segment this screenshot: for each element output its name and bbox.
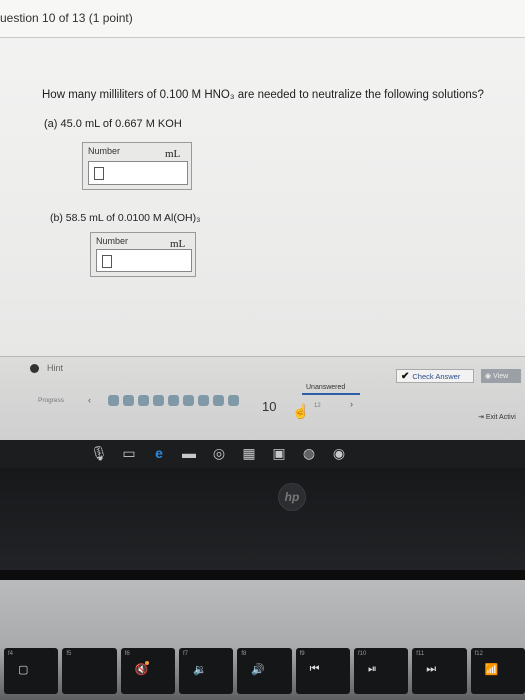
hint-label: Hint (47, 363, 64, 373)
current-question-number[interactable]: 10 (262, 399, 276, 414)
checkmark-icon: ✔ (401, 370, 410, 382)
progress-dot[interactable] (228, 395, 239, 406)
key-f7[interactable]: f7 🔉 (178, 648, 234, 694)
progress-dot[interactable] (213, 395, 224, 406)
hp-support-icon[interactable]: ◍ (300, 444, 318, 462)
part-a-unit: mL (165, 148, 181, 160)
part-b-unit: mL (170, 238, 186, 250)
progress-dot[interactable] (123, 395, 134, 406)
view-label: View (493, 372, 509, 380)
previous-track-icon: ⏮ (309, 663, 320, 675)
key-f4[interactable]: f4 ▢ (4, 648, 59, 694)
question-number: uestion 10 of 13 (1 point) (0, 11, 133, 25)
progress-dot[interactable] (153, 395, 164, 406)
windows-taskbar: 🎙 ▭ e ▬ ◎ ▦ ▣ ◍ ◉ (0, 440, 525, 468)
part-b-number-label: Number (96, 236, 129, 246)
input-cursor (94, 167, 104, 180)
window-icon: ▢ (18, 664, 29, 676)
exit-icon: ⇥ (478, 414, 484, 421)
part-a-answer-box: Number mL (82, 142, 192, 190)
exit-label: Exit Activi (485, 414, 516, 421)
laptop-bezel (0, 468, 525, 570)
key-f9[interactable]: f9 ⏮ (295, 648, 350, 694)
part-a-label: (a) 45.0 mL of 0.667 M KOH (44, 118, 182, 130)
progress-dot[interactable] (168, 395, 179, 406)
wireless-icon: 📶 (484, 664, 499, 676)
exit-activity-link[interactable]: ⇥ Exit Activi (478, 413, 516, 421)
key-f6[interactable]: f6 🔇 (120, 648, 175, 694)
key-f11[interactable]: f11 ⏭ (412, 648, 467, 694)
key-f8[interactable]: f8 🔊 (237, 648, 292, 694)
hint-icon (30, 363, 39, 373)
question-header: uestion 10 of 13 (1 point) (0, 0, 525, 38)
edge-browser-icon[interactable]: e (150, 444, 168, 462)
part-b-label: (b) 58.5 mL of 0.0100 M Al(OH)₃ (50, 212, 201, 224)
question-text: How many milliliters of 0.100 M HNO₃ are… (42, 89, 484, 101)
input-cursor (102, 255, 112, 268)
hint-button[interactable]: Hint (30, 363, 63, 373)
progress-dot[interactable] (138, 395, 149, 406)
next-track-icon: ⏭ (426, 663, 437, 675)
microphone-icon[interactable]: 🎙 (90, 444, 108, 462)
volume-up-icon: 🔊 (251, 664, 266, 676)
part-a-number-input[interactable] (88, 161, 188, 185)
view-button[interactable]: ◉ View (481, 369, 521, 383)
progress-dot[interactable] (198, 395, 209, 406)
play-pause-icon: ⏯ (367, 663, 377, 675)
photos-icon[interactable]: ▣ (270, 444, 288, 462)
part-b-answer-box: Number mL (90, 232, 196, 277)
taskbar-icons: 🎙 ▭ e ▬ ◎ ▦ ▣ ◍ ◉ (90, 444, 348, 462)
part-a-number-label: Number (88, 146, 121, 156)
next-question-number[interactable]: 12 (314, 403, 321, 409)
task-view-icon[interactable]: ▭ (120, 444, 138, 462)
file-explorer-icon[interactable]: ▬ (180, 444, 198, 462)
function-key-row: f4 ▢ f5 f6 🔇 f7 🔉 f8 🔊 f9 ⏮ f10 ⏯ f11 ⏭ f12 📶 (0, 648, 525, 700)
volume-down-icon: 🔉 (192, 664, 207, 676)
hp-logo: hp (278, 483, 306, 511)
assignment-toolbar: Hint ✔ Check Answer ◉ View Unanswered Pr… (0, 356, 525, 440)
eye-icon: ◉ (485, 373, 492, 380)
progress-dot[interactable] (108, 395, 119, 406)
check-answer-button[interactable]: ✔ Check Answer (396, 369, 474, 383)
progress-dot[interactable] (183, 395, 194, 406)
key-f12[interactable]: f12 📶 (470, 648, 525, 694)
part-b-number-input[interactable] (96, 249, 192, 272)
key-f10[interactable]: f10 ⏯ (353, 648, 409, 694)
previous-question-button[interactable]: ‹ (88, 395, 91, 405)
store-icon[interactable]: ▦ (240, 444, 258, 462)
laptop-hinge (0, 570, 525, 580)
chrome-icon[interactable]: ◉ (330, 444, 348, 462)
key-f5[interactable]: f5 (62, 648, 117, 694)
browser-screen: uestion 10 of 13 (1 point) How many mill… (0, 0, 525, 440)
progress-dots (108, 395, 239, 406)
mute-led (144, 661, 149, 665)
app-icon[interactable]: ◎ (210, 444, 228, 462)
progress-label: Progress (38, 397, 65, 404)
status-badge: Unanswered (306, 384, 346, 391)
hand-cursor-icon: ☝ (292, 403, 310, 419)
check-answer-label: Check Answer (412, 371, 461, 381)
status-underline (302, 393, 360, 395)
next-question-button[interactable]: › (350, 399, 353, 409)
